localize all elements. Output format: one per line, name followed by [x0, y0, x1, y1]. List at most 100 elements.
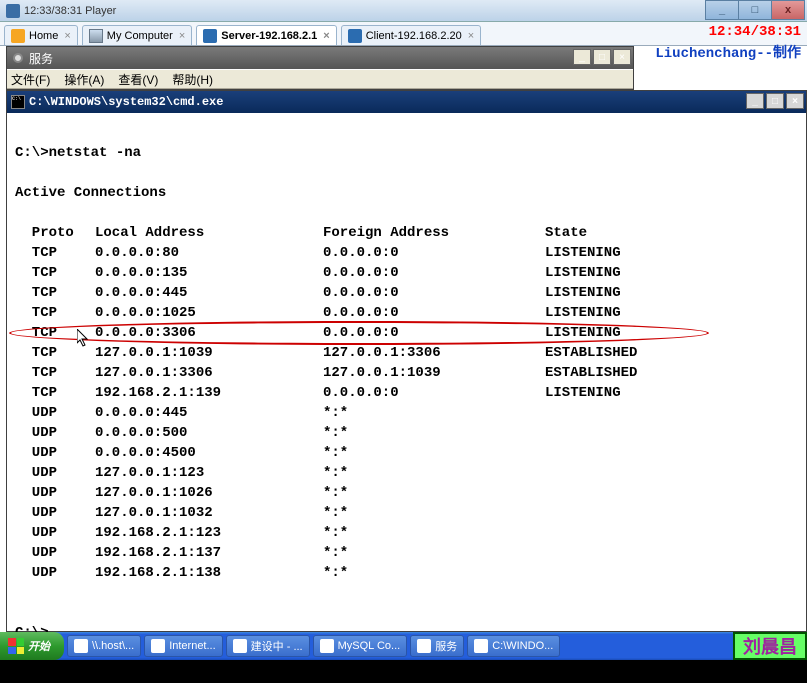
tab-close-icon[interactable]: ×	[468, 30, 474, 42]
table-row: UDP0.0.0.0:500*:*	[15, 423, 798, 443]
app-icon	[74, 639, 88, 653]
table-row: UDP127.0.0.1:1026*:*	[15, 483, 798, 503]
tab-server-192-168-2-1[interactable]: Server-192.168.2.1 ×	[196, 25, 336, 45]
col-foreign: *:*	[323, 543, 545, 563]
taskbar-button[interactable]: C:\WINDO...	[467, 635, 560, 657]
col-foreign: 0.0.0.0:0	[323, 303, 545, 323]
cmd-prompt-line: C:\>netstat -na	[15, 145, 141, 161]
table-row: TCP192.168.2.1:1390.0.0.0:0LISTENING	[15, 383, 798, 403]
col-local: 127.0.0.1:1032	[95, 503, 323, 523]
taskbar-button-label: \\.host\...	[92, 640, 134, 652]
home-icon	[11, 29, 25, 43]
table-row: TCP127.0.0.1:1039127.0.0.1:3306ESTABLISH…	[15, 343, 798, 363]
col-foreign: 0.0.0.0:0	[323, 243, 545, 263]
taskbar-button-label: 建设中 - ...	[251, 638, 303, 654]
col-foreign: 0.0.0.0:0	[323, 383, 545, 403]
col-foreign: 0.0.0.0:0	[323, 323, 545, 343]
maximize-button[interactable]: □	[738, 0, 772, 20]
cmd-heading: Active Connections	[15, 185, 166, 201]
col-foreign: *:*	[323, 523, 545, 543]
player-window-controls: _ □ x	[706, 0, 805, 20]
app-icon	[474, 639, 488, 653]
col-proto: UDP	[15, 463, 95, 483]
cmd-close-button[interactable]: ×	[786, 93, 804, 109]
taskbar-button[interactable]: MySQL Co...	[313, 635, 408, 657]
table-row: TCP127.0.0.1:3306127.0.0.1:1039ESTABLISH…	[15, 363, 798, 383]
col-state: LISTENING	[545, 303, 621, 323]
services-titlebar[interactable]: 服务 _ □ ×	[7, 47, 633, 69]
col-local: 0.0.0.0:445	[95, 403, 323, 423]
col-local: 0.0.0.0:4500	[95, 443, 323, 463]
close-button[interactable]: x	[771, 0, 805, 20]
col-foreign: *:*	[323, 483, 545, 503]
col-local: 0.0.0.0:80	[95, 243, 323, 263]
tab-my-computer[interactable]: My Computer ×	[82, 25, 192, 45]
cmd-minimize-button[interactable]: _	[746, 93, 764, 109]
tab-close-icon[interactable]: ×	[64, 30, 70, 42]
col-proto: UDP	[15, 543, 95, 563]
col-state: LISTENING	[545, 263, 621, 283]
menu-item[interactable]: 操作(A)	[64, 71, 104, 88]
mouse-cursor-icon	[77, 289, 89, 307]
taskbar-button[interactable]: 服务	[410, 635, 464, 657]
col-foreign: 127.0.0.1:3306	[323, 343, 545, 363]
taskbar-button[interactable]: Internet...	[144, 635, 222, 657]
tab-home[interactable]: Home×	[4, 25, 78, 45]
col-local: 127.0.0.1:1026	[95, 483, 323, 503]
services-window[interactable]: 服务 _ □ × 文件(F) 操作(A) 查看(V) 帮助(H)	[6, 46, 634, 90]
start-button[interactable]: 开始	[0, 632, 64, 660]
menu-item[interactable]: 文件(F)	[11, 71, 50, 88]
cmd-title: C:\WINDOWS\system32\cmd.exe	[29, 95, 223, 109]
col-foreign: *:*	[323, 563, 545, 583]
tab-client-192-168-2-20[interactable]: Client-192.168.2.20×	[341, 25, 481, 45]
table-row: TCP0.0.0.0:4450.0.0.0:0LISTENING	[15, 283, 798, 303]
col-state: LISTENING	[545, 383, 621, 403]
tab-close-icon[interactable]: ×	[179, 30, 185, 42]
taskbar-button[interactable]: \\.host\...	[67, 635, 141, 657]
windows-flag-icon	[8, 638, 24, 654]
services-close-button[interactable]: ×	[613, 49, 631, 65]
col-foreign: 0.0.0.0:0	[323, 283, 545, 303]
services-minimize-button[interactable]: _	[573, 49, 591, 65]
overlay-time: 12:34/38:31	[709, 24, 801, 40]
col-state: State	[545, 223, 587, 243]
col-proto: UDP	[15, 523, 95, 543]
cmd-body[interactable]: C:\>netstat -na Active Connections Proto…	[7, 113, 806, 631]
gear-icon	[11, 51, 25, 65]
start-label: 开始	[28, 638, 50, 654]
player-titlebar: 12:33/38:31 Player _ □ x	[0, 0, 807, 22]
col-proto: UDP	[15, 423, 95, 443]
menu-item[interactable]: 查看(V)	[118, 71, 158, 88]
minimize-button[interactable]: _	[705, 0, 739, 20]
taskbar-button[interactable]: 建设中 - ...	[226, 635, 310, 657]
cmd-titlebar[interactable]: C:\WINDOWS\system32\cmd.exe _ □ ×	[7, 91, 806, 113]
tab-label: Server-192.168.2.1	[221, 30, 317, 42]
col-local: 192.168.2.1:138	[95, 563, 323, 583]
col-local: 127.0.0.1:1039	[95, 343, 323, 363]
col-foreign: 127.0.0.1:1039	[323, 363, 545, 383]
menu-item[interactable]: 帮助(H)	[172, 71, 213, 88]
app-icon	[151, 639, 165, 653]
tab-close-icon[interactable]: ×	[323, 30, 329, 42]
cmd-maximize-button[interactable]: □	[766, 93, 784, 109]
table-header: ProtoLocal AddressForeign AddressState	[15, 223, 798, 243]
table-row: UDP192.168.2.1:137*:*	[15, 543, 798, 563]
signature-stamp: 刘晨昌	[733, 632, 807, 660]
table-row: UDP0.0.0.0:445*:*	[15, 403, 798, 423]
player-title: 12:33/38:31 Player	[24, 5, 116, 17]
col-foreign: 0.0.0.0:0	[323, 263, 545, 283]
app-icon	[417, 639, 431, 653]
services-maximize-button[interactable]: □	[593, 49, 611, 65]
col-proto: UDP	[15, 443, 95, 463]
services-window-controls: _ □ ×	[571, 49, 631, 65]
col-proto: UDP	[15, 403, 95, 423]
col-foreign: *:*	[323, 443, 545, 463]
services-menubar: 文件(F) 操作(A) 查看(V) 帮助(H)	[7, 69, 633, 89]
tab-label: My Computer	[107, 30, 173, 42]
table-row: UDP0.0.0.0:4500*:*	[15, 443, 798, 463]
table-row: UDP127.0.0.1:123*:*	[15, 463, 798, 483]
cmd-window[interactable]: C:\WINDOWS\system32\cmd.exe _ □ × C:\>ne…	[6, 90, 807, 632]
col-local: 0.0.0.0:445	[95, 283, 323, 303]
col-foreign: *:*	[323, 423, 545, 443]
col-local: 0.0.0.0:500	[95, 423, 323, 443]
